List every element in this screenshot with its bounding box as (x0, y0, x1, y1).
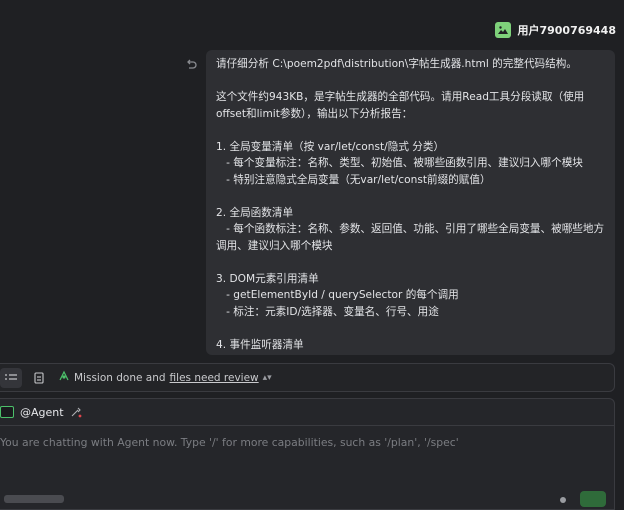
list-view-button[interactable] (0, 367, 22, 388)
user-name: 用户7900769448 (517, 24, 616, 37)
files-need-review-link[interactable]: files need review (170, 372, 259, 384)
message-line: 请仔细分析 C:\poem2pdf\distribution\字帖生成器.htm… (216, 58, 577, 70)
chevron-updown-icon[interactable]: ▴▾ (263, 373, 272, 383)
message-line: - 每个变量标注：名称、类型、初始值、被哪些函数引用、建议归入哪个模块 (216, 157, 583, 169)
message-text: 请仔细分析 C:\poem2pdf\distribution\字帖生成器.htm… (206, 50, 615, 353)
message-line: - 特别注意隐式全局变量（无var/let/const前缀的赋值） (216, 173, 491, 186)
user-row: 用户7900769448 (495, 22, 616, 38)
message-bubble: 请仔细分析 C:\poem2pdf\distribution\字帖生成器.htm… (206, 50, 615, 355)
message-line: - getElementById / querySelector 的每个调用 (216, 289, 459, 301)
document-button[interactable] (28, 368, 50, 388)
chat-input[interactable]: You are chatting with Agent now. Type '/… (0, 436, 459, 449)
message-line (216, 320, 605, 337)
send-button[interactable] (580, 491, 606, 507)
attachment-icon[interactable] (560, 497, 566, 503)
message-line: 1. 全局变量清单（按 var/let/const/隐式 分类） (216, 140, 445, 153)
undo-icon[interactable] (184, 57, 198, 71)
mission-status: Mission done and files need review ▴▾ (58, 370, 272, 385)
message-line (216, 254, 605, 271)
message-line: 2. 全局函数清单 (216, 206, 294, 219)
agent-row: @Agent (0, 403, 82, 421)
message-line: - 标注：元素ID/选择器、变量名、行号、用途 (216, 305, 439, 318)
agent-label[interactable]: @Agent (20, 406, 64, 419)
message-line: 3. DOM元素引用清单 (216, 272, 319, 285)
chat-input-panel: @Agent You are chatting with Agent now. … (0, 398, 615, 510)
mission-status-text: Mission done and (74, 371, 166, 384)
status-bar: Mission done and files need review ▴▾ (0, 363, 615, 392)
message-line: - 每个函数标注：名称、参数、返回值、功能、引用了哪些全局变量、被哪些地方调用、… (216, 223, 605, 252)
message-line (216, 73, 605, 90)
user-avatar-icon (495, 22, 512, 38)
message-line: 4. 事件监听器清单 (216, 338, 304, 351)
mode-selector[interactable] (4, 495, 64, 503)
message-line: 这个文件约943KB，是字帖生成器的全部代码。请用Read工具分段读取（使用of… (216, 91, 585, 120)
message-line (216, 188, 605, 205)
divider (0, 425, 614, 426)
mission-icon (58, 370, 70, 385)
tools-icon[interactable] (70, 403, 82, 422)
agent-badge-icon (0, 406, 14, 418)
message-line (216, 122, 605, 139)
